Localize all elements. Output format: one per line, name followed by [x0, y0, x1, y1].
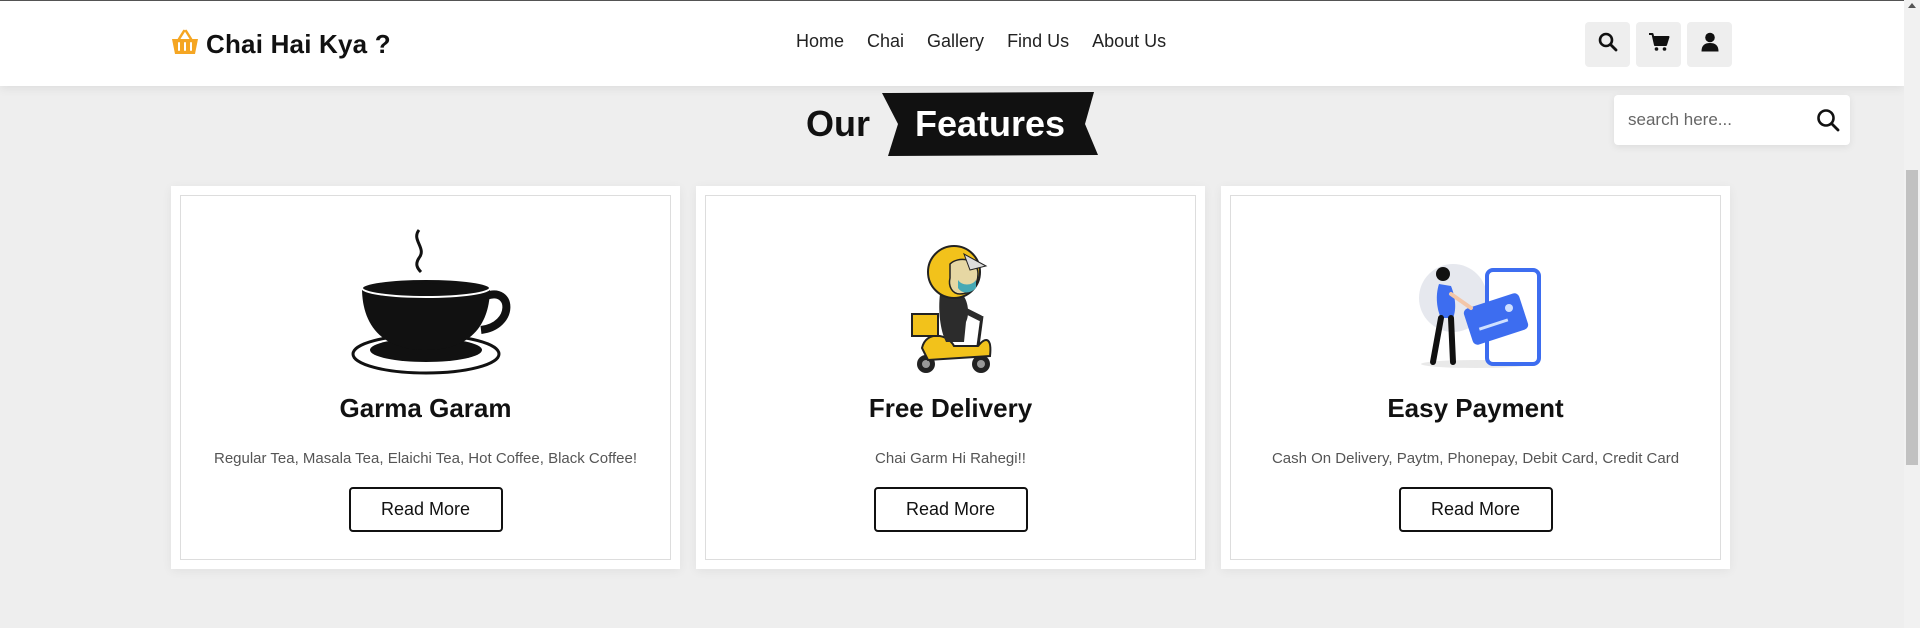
search-input[interactable] — [1628, 110, 1808, 130]
basket-icon — [170, 28, 200, 61]
feature-card: Free Delivery Chai Garm Hi Rahegi!! Read… — [696, 186, 1205, 569]
search-box — [1614, 95, 1850, 145]
user-icon — [1701, 32, 1719, 57]
search-icon — [1598, 32, 1618, 57]
heading-highlight-text: Features — [914, 103, 1066, 144]
search-button[interactable] — [1585, 22, 1630, 67]
feature-title: Free Delivery — [868, 393, 1033, 423]
scrollbar-thumb[interactable] — [1906, 170, 1918, 465]
feature-description: Cash On Delivery, Paytm, Phonepay, Debit… — [1271, 450, 1680, 467]
search-submit-icon[interactable] — [1816, 108, 1840, 132]
nav-chai[interactable]: Chai — [867, 31, 904, 52]
header-actions — [1585, 22, 1732, 67]
brand-name: Chai Hai Kya ? — [206, 28, 391, 59]
read-more-button[interactable]: Read More — [348, 487, 503, 532]
page-scrollbar[interactable] — [1904, 0, 1920, 628]
feature-title: Garma Garam — [339, 393, 512, 423]
feature-description: Regular Tea, Masala Tea, Elaichi Tea, Ho… — [213, 450, 638, 467]
section-heading: Our Features — [806, 92, 1099, 156]
brand-logo[interactable]: Chai Hai Kya ? — [170, 26, 391, 62]
account-button[interactable] — [1687, 22, 1732, 67]
nav-find-us[interactable]: Find Us — [1007, 31, 1069, 52]
heading-banner: Features — [882, 92, 1099, 156]
nav-about-us[interactable]: About Us — [1092, 31, 1166, 52]
feature-description: Chai Garm Hi Rahegi!! — [875, 450, 1026, 467]
read-more-button[interactable]: Read More — [873, 487, 1028, 532]
nav-home[interactable]: Home — [796, 31, 844, 52]
feature-card: Easy Payment Cash On Delivery, Paytm, Ph… — [1221, 186, 1730, 569]
main-nav: Home Chai Gallery Find Us About Us — [796, 31, 1166, 52]
cart-button[interactable] — [1636, 22, 1681, 67]
feature-title: Easy Payment — [1387, 393, 1564, 423]
read-more-button[interactable]: Read More — [1398, 487, 1553, 532]
scroll-up-arrow-icon[interactable] — [1908, 3, 1916, 8]
delivery-scooter-image — [866, 226, 1036, 376]
payment-card-image — [1391, 226, 1561, 376]
feature-card: Garma Garam Regular Tea, Masala Tea, Ela… — [171, 186, 680, 569]
site-header: Chai Hai Kya ? Home Chai Gallery Find Us… — [0, 1, 1904, 86]
tea-cup-image — [341, 226, 511, 376]
cart-icon — [1648, 32, 1670, 57]
nav-gallery[interactable]: Gallery — [927, 31, 984, 52]
heading-plain-text: Our — [806, 103, 871, 144]
